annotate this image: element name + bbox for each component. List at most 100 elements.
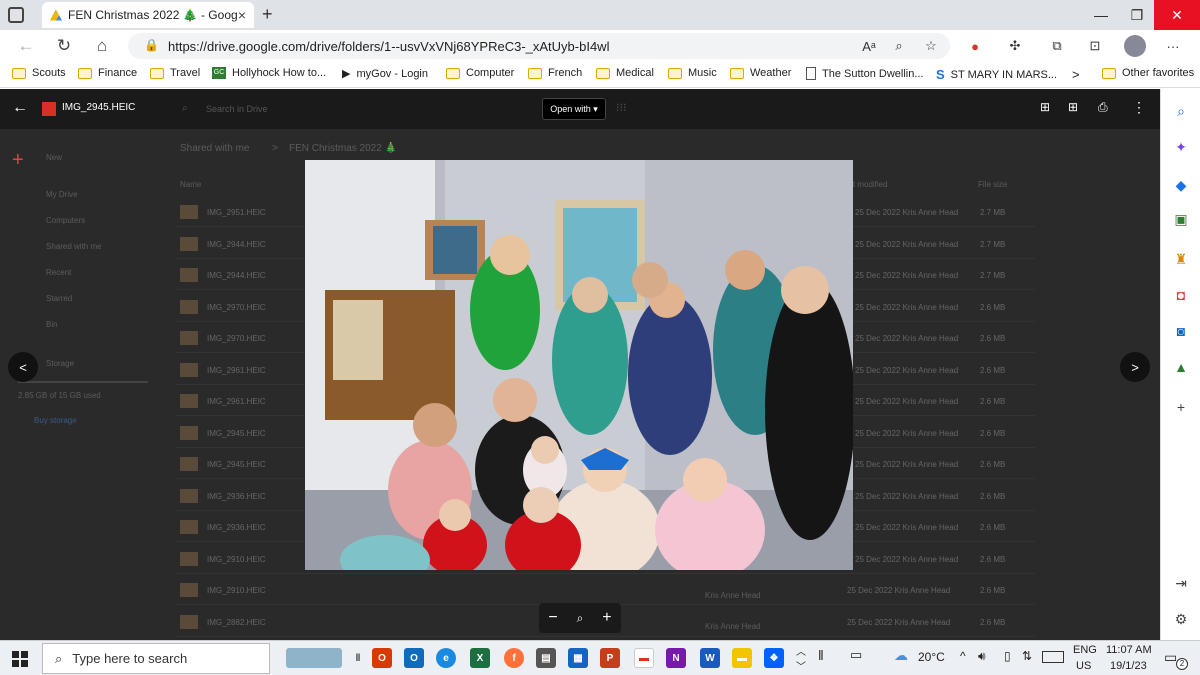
lock-icon[interactable]: 🔒 bbox=[144, 38, 159, 52]
fav-french[interactable]: French bbox=[528, 67, 582, 79]
outlook-icon[interactable]: ◙ bbox=[1171, 321, 1191, 341]
edge-sidebar: ⌕ ✦ ◆ ▣ ♜ ◘ ◙ ▲ + ⇥ ⚙ bbox=[1160, 89, 1200, 640]
viewer-image[interactable] bbox=[305, 160, 853, 570]
excel-icon[interactable]: X bbox=[470, 648, 490, 668]
file-thumbnail bbox=[180, 362, 198, 377]
back-arrow-icon[interactable]: ← bbox=[14, 34, 38, 58]
file-size: 2.6 MB bbox=[980, 460, 1006, 469]
fav-travel[interactable]: Travel bbox=[150, 67, 200, 79]
profile-avatar[interactable] bbox=[1124, 35, 1146, 57]
zoom-icon[interactable]: ⌕ bbox=[888, 35, 910, 57]
firefox-icon[interactable]: f bbox=[504, 648, 524, 668]
more-menu-icon[interactable]: ··· bbox=[1162, 35, 1184, 57]
lang-primary[interactable]: ENG bbox=[1073, 644, 1097, 656]
fav-weather[interactable]: Weather bbox=[730, 67, 791, 79]
calendar-icon[interactable]: ▬ bbox=[634, 648, 654, 668]
printer-tray-icon[interactable]: ▭ bbox=[850, 647, 862, 663]
file-thumbnail bbox=[180, 268, 198, 282]
file-thumbnail bbox=[180, 551, 198, 566]
folder-icon bbox=[528, 67, 542, 79]
fav-mygov[interactable]: ▶ myGov - Login bbox=[342, 67, 428, 81]
edge-icon[interactable]: e bbox=[436, 648, 456, 668]
file-size: 2.6 MB bbox=[980, 302, 1006, 312]
fav-finance[interactable]: Finance bbox=[78, 67, 137, 79]
close-window-button[interactable]: ✕ bbox=[1154, 0, 1200, 30]
print-icon[interactable]: ⎙ bbox=[1098, 100, 1108, 115]
fav-scouts[interactable]: Scouts bbox=[12, 67, 66, 79]
clock-time[interactable]: 11:07 AM bbox=[1106, 644, 1152, 656]
fav-music[interactable]: Music bbox=[668, 67, 717, 79]
fav-computer[interactable]: Computer bbox=[446, 67, 514, 79]
tab-actions-icon[interactable] bbox=[8, 7, 24, 23]
powerpoint-icon[interactable]: P bbox=[600, 648, 620, 668]
tray-chevron-icon[interactable]: ^ bbox=[960, 649, 966, 663]
tab-drive[interactable]: FEN Christmas 2022 🎄 - Google × bbox=[42, 2, 254, 28]
settings-gear-icon[interactable]: ⚙ bbox=[1171, 609, 1191, 629]
extension-red-icon[interactable]: ● bbox=[964, 35, 986, 57]
screen: FEN Christmas 2022 🎄 - Google × + — ❐ ✕ … bbox=[0, 0, 1200, 675]
task-view-icon[interactable]: ‖ bbox=[348, 648, 368, 668]
breadcrumb-root: Shared with me bbox=[180, 143, 250, 154]
notification-count: 2 bbox=[1176, 658, 1188, 670]
tab-close-icon[interactable]: × bbox=[238, 7, 246, 23]
url-field[interactable]: 🔒 https://drive.google.com/drive/folders… bbox=[128, 33, 950, 59]
windows-start-icon[interactable] bbox=[12, 651, 28, 667]
shopping-icon[interactable]: ◆ bbox=[1171, 175, 1191, 195]
outlook-icon[interactable]: O bbox=[404, 648, 424, 668]
fav-sutton[interactable]: The Sutton Dwellin... bbox=[806, 67, 924, 80]
read-aloud-icon[interactable]: Aᵃ bbox=[858, 35, 880, 57]
copilot-icon[interactable]: ✦ bbox=[1171, 137, 1191, 157]
fav-hollyhock[interactable]: GC Hollyhock How to... bbox=[212, 67, 326, 79]
zoom-out-button[interactable]: − bbox=[548, 609, 557, 627]
sidebar-collapse-icon[interactable]: ⇥ bbox=[1171, 573, 1191, 593]
battery-icon[interactable]: ▯ bbox=[1004, 649, 1011, 663]
fav-stmary[interactable]: S ST MARY IN MARS... bbox=[936, 67, 1057, 82]
zoom-in-button[interactable]: + bbox=[602, 609, 611, 627]
next-image-button[interactable]: > bbox=[1120, 352, 1150, 382]
search-highlight-icon[interactable] bbox=[286, 648, 342, 668]
viewer-more-icon[interactable]: ⋮ bbox=[1132, 99, 1146, 116]
file-size: 2.6 MB bbox=[980, 523, 1006, 532]
file-explorer-icon[interactable]: ▬ bbox=[732, 648, 752, 668]
onenote-icon[interactable]: N bbox=[666, 648, 686, 668]
new-tab-button[interactable]: + bbox=[262, 4, 273, 25]
games-icon[interactable]: ♜ bbox=[1171, 249, 1191, 269]
dropbox-icon[interactable]: ❖ bbox=[764, 648, 784, 668]
extensions-puzzle-icon[interactable]: ✣ bbox=[1004, 35, 1026, 57]
network-icon[interactable]: ⇅ bbox=[1022, 649, 1032, 663]
prev-image-button[interactable]: < bbox=[8, 352, 38, 382]
lang-secondary[interactable]: US bbox=[1076, 660, 1091, 672]
taskbar-search[interactable]: ⌕ Type here to search bbox=[42, 643, 270, 674]
clock-date[interactable]: 19/1/23 bbox=[1110, 660, 1147, 672]
favorite-star-icon[interactable]: ☆ bbox=[920, 35, 942, 57]
add-icon[interactable]: ⊞ bbox=[1068, 100, 1078, 114]
search-icon: ⌕ bbox=[55, 650, 63, 666]
stocks-icon[interactable]: ▤ bbox=[536, 648, 556, 668]
folder-icon bbox=[78, 67, 92, 79]
volume-icon[interactable]: 🔊︎ bbox=[978, 649, 986, 664]
favorites-overflow[interactable]: > bbox=[1072, 67, 1080, 82]
office-icon[interactable]: ◘ bbox=[1171, 285, 1191, 305]
file-name: IMG_2945.HEIC bbox=[207, 460, 266, 469]
fav-label: Music bbox=[688, 67, 717, 79]
collections-icon[interactable]: ⧉ bbox=[1046, 35, 1068, 57]
open-with-button[interactable]: Open with ▾ bbox=[542, 98, 606, 120]
home-icon[interactable]: ⌂ bbox=[90, 34, 114, 58]
viewer-back-icon[interactable]: ← bbox=[12, 99, 28, 117]
tools-icon[interactable]: ▣ bbox=[1171, 209, 1191, 229]
tree-icon[interactable]: ▲ bbox=[1171, 357, 1191, 377]
add-sidebar-icon[interactable]: + bbox=[1171, 397, 1191, 417]
fav-other[interactable]: Other favorites bbox=[1102, 67, 1194, 79]
keyboard-icon[interactable] bbox=[1042, 651, 1064, 663]
office-icon[interactable]: O bbox=[372, 648, 392, 668]
search-icon[interactable]: ⌕ bbox=[1171, 101, 1191, 121]
add-to-drive-icon[interactable]: ⊞ bbox=[1040, 100, 1050, 114]
word-icon[interactable]: W bbox=[700, 648, 720, 668]
sync-icon[interactable]: ⊡ bbox=[1084, 35, 1106, 57]
fav-medical[interactable]: Medical bbox=[596, 67, 654, 79]
tray-overflow-icon[interactable]: ︿ ﹀ bbox=[796, 643, 806, 673]
temperature[interactable]: 20°C bbox=[918, 650, 945, 664]
file-modified: 25 Dec 2022 Kris Anne Head bbox=[855, 554, 959, 564]
store-icon[interactable]: ▦ bbox=[568, 648, 588, 668]
refresh-icon[interactable]: ↻ bbox=[52, 34, 76, 58]
